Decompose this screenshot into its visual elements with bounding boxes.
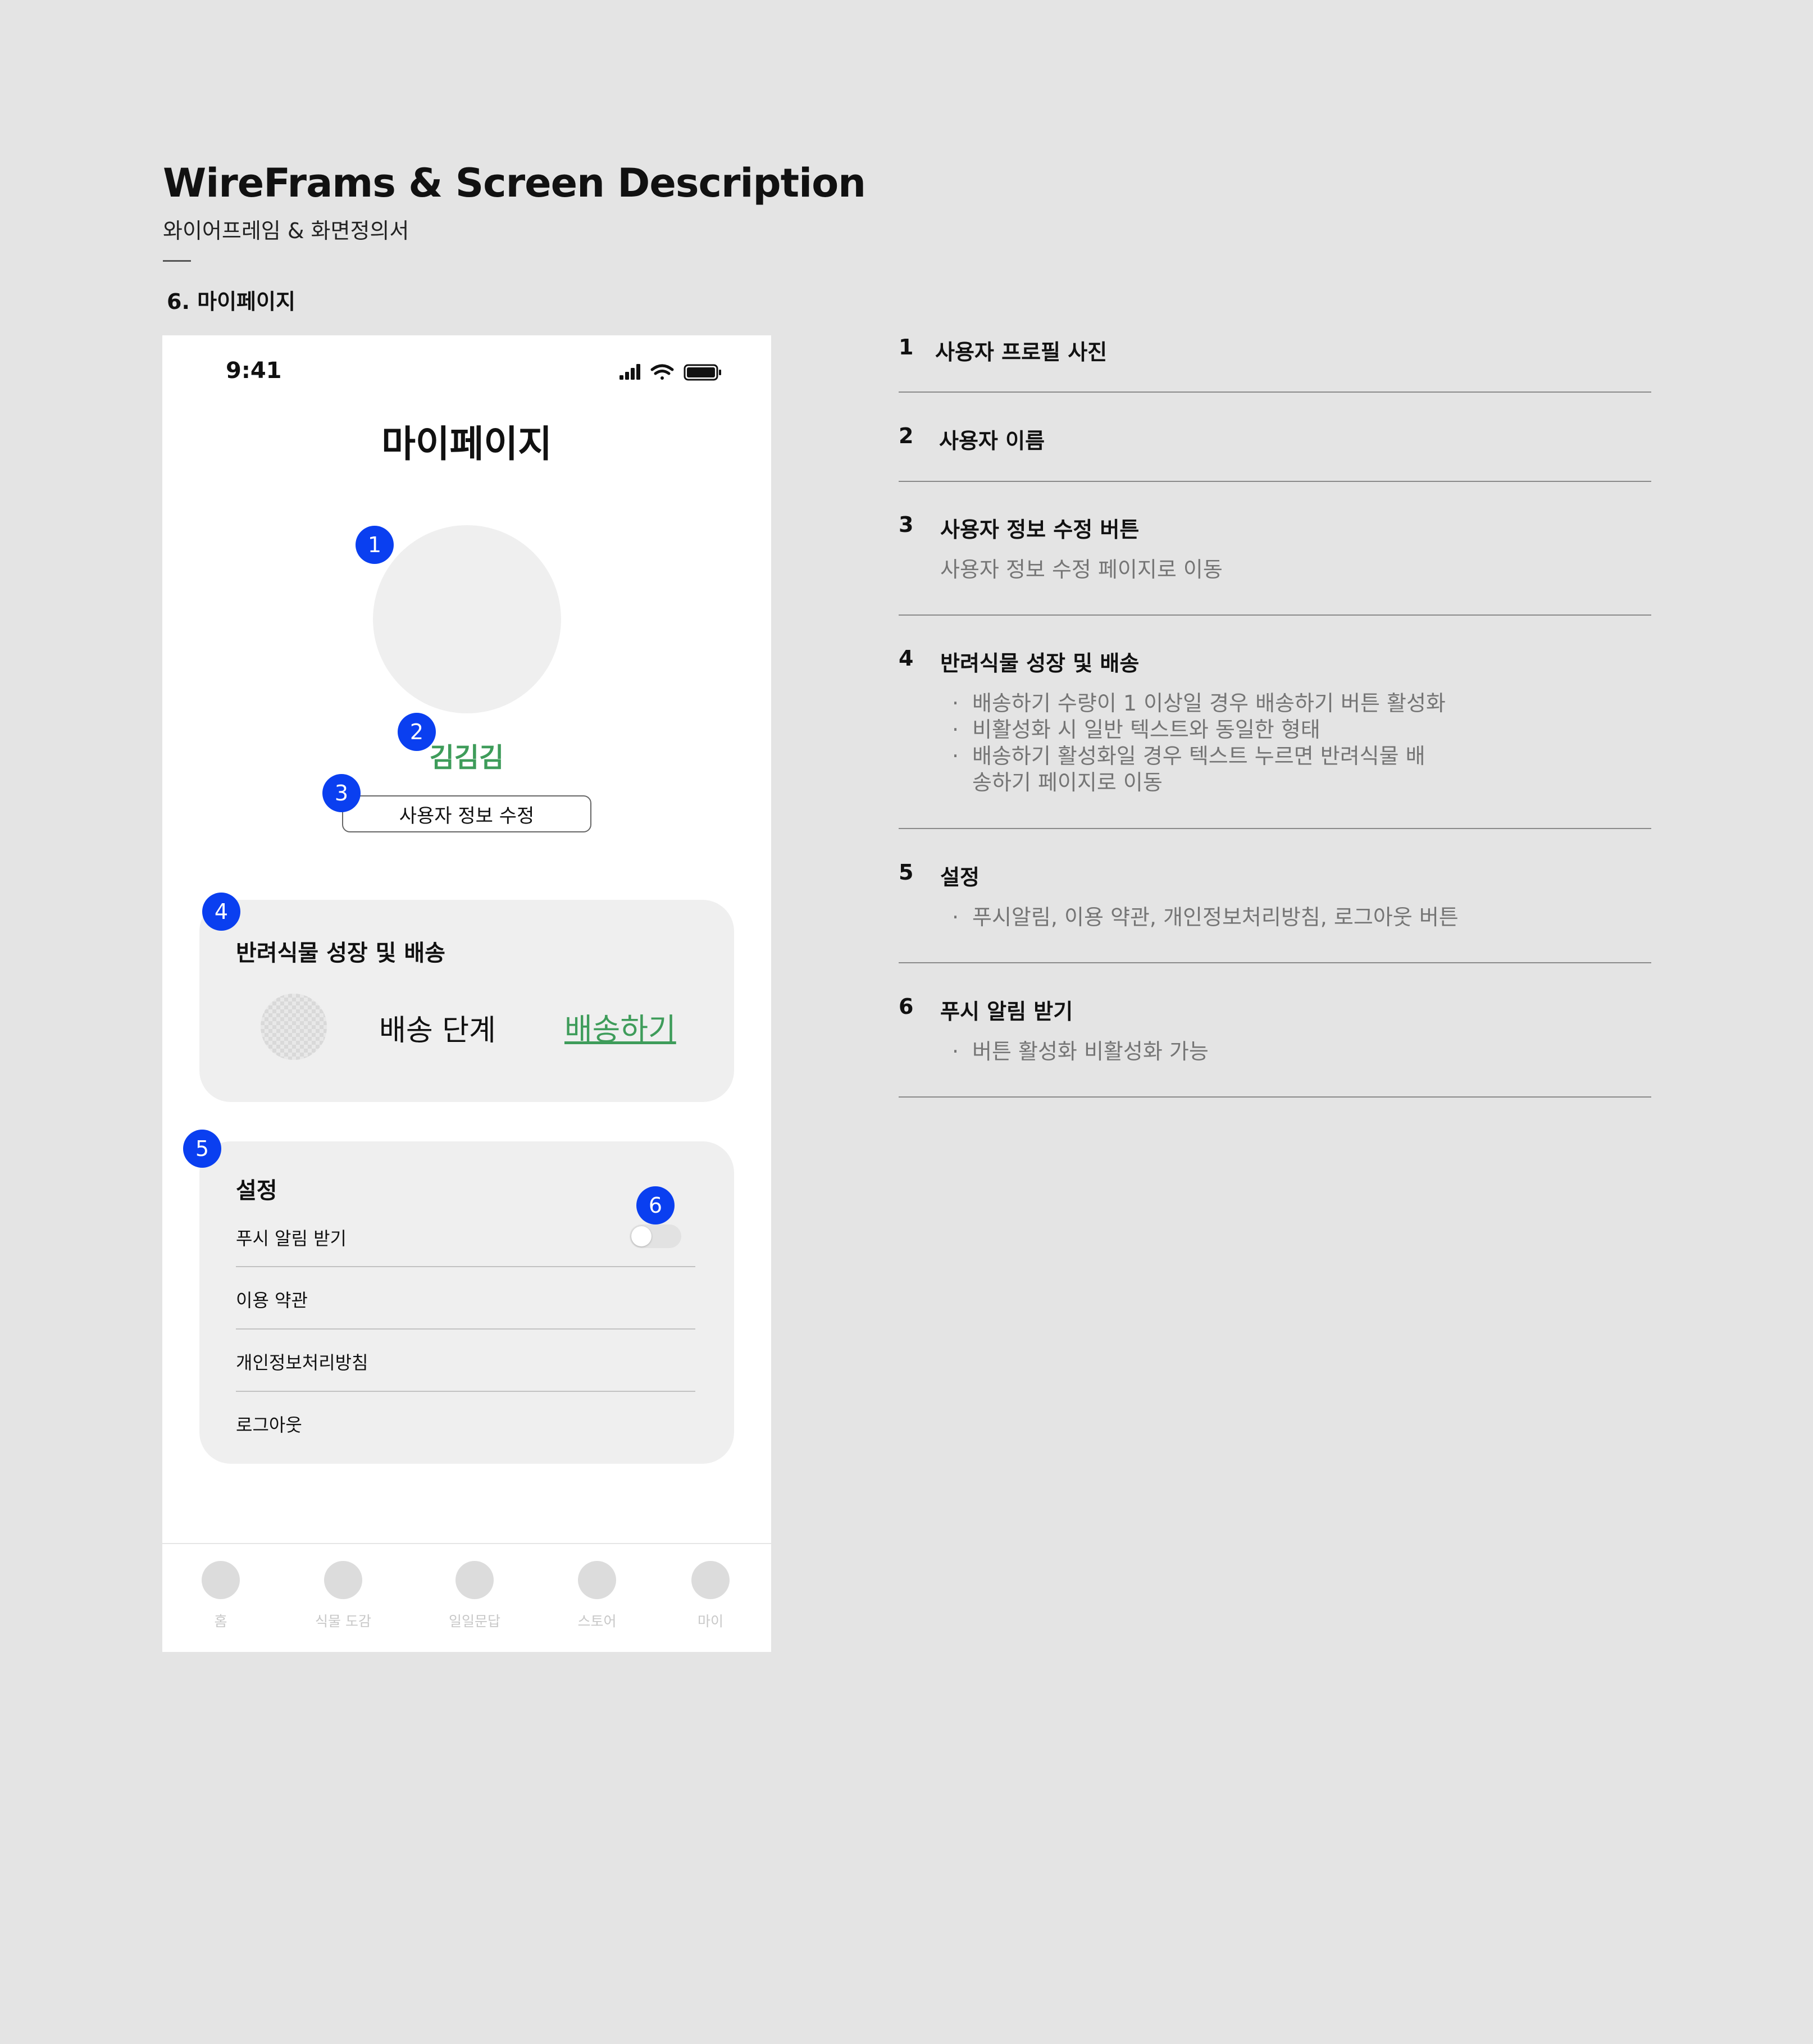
desc-bullet: · 비활성화 시 일반 텍스트와 동일한 형태	[952, 717, 1320, 742]
tab-daily-qa[interactable]: 일일문답	[424, 1561, 525, 1631]
desc-bullet: · 푸시알림, 이용 약관, 개인정보처리방침, 로그아웃 버튼	[952, 905, 1459, 930]
tab-label: 식물 도감	[315, 1613, 371, 1629]
desc-number: 4	[899, 646, 914, 671]
desc-text: 사용자 정보 수정 페이지로 이동	[940, 557, 1223, 582]
bottom-tab-bar: 홈 식물 도감 일일문답 스토어 마이	[162, 1543, 771, 1652]
my-icon	[691, 1561, 730, 1599]
divider	[236, 1391, 695, 1392]
annotation-badge-4: 4	[202, 893, 240, 931]
push-notification-item: 푸시 알림 받기	[236, 1228, 347, 1249]
divider	[899, 962, 1651, 963]
tab-label: 일일문답	[448, 1613, 500, 1629]
tab-plant-guide[interactable]: 식물 도감	[293, 1561, 394, 1631]
shipping-stage: 배송 단계	[379, 1014, 496, 1048]
section-label: 6. 마이페이지	[167, 289, 295, 314]
desc-title: 설정	[940, 865, 980, 890]
annotation-badge-3: 3	[322, 774, 361, 812]
tab-home[interactable]: 홈	[170, 1561, 271, 1631]
cellular-signal-icon	[619, 364, 640, 380]
desc-number: 5	[899, 860, 914, 885]
plant-growth-card: 반려식물 성장 및 배송 배송 단계 배송하기	[199, 900, 734, 1102]
tab-label: 스토어	[577, 1613, 617, 1629]
annotation-badge-2: 2	[398, 713, 436, 751]
home-icon	[202, 1561, 240, 1599]
desc-bullet-continuation: 송하기 페이지로 이동	[972, 770, 1163, 795]
annotation-badge-5: 5	[183, 1130, 221, 1168]
divider	[899, 828, 1651, 829]
settings-title: 설정	[236, 1178, 277, 1204]
desc-title: 사용자 프로필 사진	[935, 340, 1108, 365]
plant-guide-icon	[324, 1561, 362, 1599]
divider	[163, 260, 191, 262]
plant-card-title: 반려식물 성장 및 배송	[236, 940, 445, 966]
status-time: 9:41	[226, 358, 282, 384]
divider	[236, 1328, 695, 1330]
user-name: 김김김	[429, 742, 504, 773]
desc-bullet: · 배송하기 수량이 1 이상일 경우 배송하기 버튼 활성화	[952, 691, 1446, 716]
desc-bullet: · 배송하기 활성화일 경우 텍스트 누르면 반려식물 배	[952, 744, 1425, 768]
tab-label: 마이	[697, 1613, 723, 1629]
divider	[236, 1266, 695, 1267]
page-subtitle: 와이어프레임 & 화면정의서	[163, 218, 409, 243]
profile-avatar[interactable]	[373, 525, 561, 713]
divider	[899, 614, 1651, 616]
page-title: WireFrams & Screen Description	[163, 160, 866, 206]
privacy-policy-item[interactable]: 개인정보처리방침	[236, 1349, 368, 1374]
plant-image	[261, 994, 327, 1060]
desc-bullet: · 버튼 활성화 비활성화 가능	[952, 1039, 1209, 1064]
battery-icon	[684, 364, 721, 381]
edit-profile-button[interactable]: 사용자 정보 수정	[342, 795, 591, 832]
tab-store[interactable]: 스토어	[546, 1561, 648, 1631]
desc-number: 2	[899, 424, 914, 448]
desc-title: 사용자 이름	[939, 429, 1045, 453]
toggle-knob	[631, 1226, 652, 1246]
divider	[899, 391, 1651, 393]
divider	[899, 1096, 1651, 1098]
desc-number: 6	[899, 994, 914, 1019]
push-toggle[interactable]	[630, 1224, 681, 1248]
desc-number: 3	[899, 512, 914, 537]
status-bar-icons	[619, 364, 721, 381]
terms-item[interactable]: 이용 약관	[236, 1286, 308, 1312]
ship-link[interactable]: 배송하기	[564, 1004, 676, 1049]
phone-wireframe: 9:41 마이페이지 김김김 사용자 정보 수정 반려식물 성장 및 배송 배송…	[162, 335, 771, 1652]
daily-qa-icon	[455, 1561, 494, 1599]
annotation-badge-1: 1	[356, 526, 394, 564]
tab-my[interactable]: 마이	[660, 1561, 761, 1631]
screen-title: 마이페이지	[381, 422, 552, 466]
logout-item[interactable]: 로그아웃	[236, 1411, 302, 1437]
annotation-badge-6: 6	[636, 1186, 675, 1224]
desc-title: 푸시 알림 받기	[940, 999, 1073, 1024]
desc-number: 1	[899, 335, 914, 359]
wifi-icon	[650, 364, 674, 380]
desc-title: 사용자 정보 수정 버튼	[940, 517, 1140, 542]
store-icon	[578, 1561, 616, 1599]
desc-title: 반려식물 성장 및 배송	[940, 651, 1140, 676]
tab-label: 홈	[214, 1613, 227, 1629]
divider	[899, 481, 1651, 482]
